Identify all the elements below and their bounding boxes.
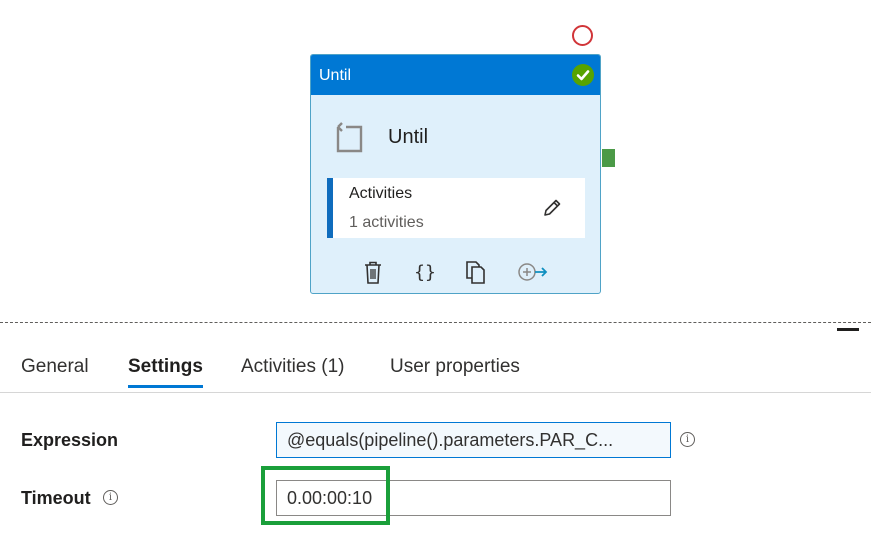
timeout-label: Timeout <box>21 488 91 508</box>
until-activity-name: Until <box>388 126 429 148</box>
loop-icon <box>333 121 365 153</box>
add-arrow-icon[interactable] <box>515 258 549 286</box>
tab-activities[interactable]: Activities (1) <box>241 356 344 388</box>
timeout-info-icon[interactable]: i <box>103 490 118 505</box>
expression-info-icon[interactable]: i <box>680 432 695 447</box>
copy-icon[interactable] <box>462 258 490 286</box>
trash-icon[interactable] <box>359 258 387 286</box>
tab-settings[interactable]: Settings <box>128 356 203 388</box>
activities-label: Activities <box>349 185 413 202</box>
until-card-header-title: Until <box>319 67 352 84</box>
failure-port-icon[interactable] <box>572 25 593 46</box>
activities-count: 1 activities <box>349 214 424 231</box>
properties-tabs: General Settings Activities (1) User pro… <box>0 340 871 393</box>
svg-text:{}: {} <box>414 262 436 283</box>
panel-splitter[interactable] <box>0 322 871 323</box>
inner-activities-box[interactable]: Activities 1 activities <box>327 178 585 238</box>
expression-input[interactable]: @equals(pipeline().parameters.PAR_C... <box>276 422 671 458</box>
card-actions-bar: {} <box>311 258 600 286</box>
edit-pencil-icon[interactable] <box>541 197 563 219</box>
tab-general[interactable]: General <box>21 356 89 388</box>
until-activity-card[interactable]: Until Until Activities 1 activities {} <box>310 54 601 294</box>
success-port-icon[interactable] <box>602 149 615 167</box>
success-check-icon <box>572 64 594 86</box>
braces-icon[interactable]: {} <box>411 258 439 286</box>
highlight-box <box>261 466 390 525</box>
until-card-header: Until <box>311 55 600 95</box>
pipeline-canvas[interactable]: Until Until Activities 1 activities {} <box>0 0 871 322</box>
tab-user-properties[interactable]: User properties <box>390 356 520 388</box>
expression-label: Expression <box>21 430 119 450</box>
collapse-panel-icon[interactable] <box>837 328 859 331</box>
